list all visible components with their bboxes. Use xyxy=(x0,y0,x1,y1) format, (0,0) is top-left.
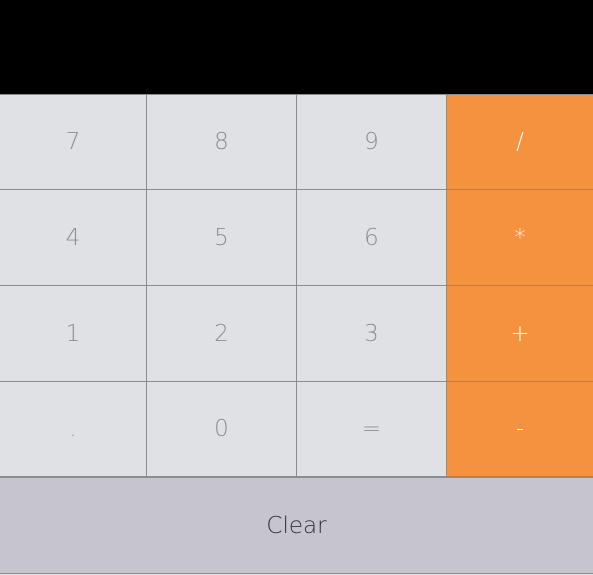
keypad: 7 8 9 / 4 5 6 * 1 2 3 + . 0 = - xyxy=(0,94,593,477)
key-3[interactable]: 3 xyxy=(297,286,447,382)
key-1[interactable]: 1 xyxy=(0,286,147,382)
key-7[interactable]: 7 xyxy=(0,94,147,190)
key-6[interactable]: 6 xyxy=(297,190,447,286)
calculator-display xyxy=(0,0,593,94)
key-multiply[interactable]: * xyxy=(447,190,593,286)
key-9[interactable]: 9 xyxy=(297,94,447,190)
key-8[interactable]: 8 xyxy=(147,94,297,190)
key-0[interactable]: 0 xyxy=(147,382,297,477)
key-2[interactable]: 2 xyxy=(147,286,297,382)
key-5[interactable]: 5 xyxy=(147,190,297,286)
key-divide[interactable]: / xyxy=(447,94,593,190)
clear-button[interactable]: Clear xyxy=(0,477,593,574)
key-subtract[interactable]: - xyxy=(447,382,593,477)
key-4[interactable]: 4 xyxy=(0,190,147,286)
key-equals[interactable]: = xyxy=(297,382,447,477)
calculator: 7 8 9 / 4 5 6 * 1 2 3 + . 0 = - Clear xyxy=(0,0,593,575)
key-decimal[interactable]: . xyxy=(0,382,147,477)
key-add[interactable]: + xyxy=(447,286,593,382)
